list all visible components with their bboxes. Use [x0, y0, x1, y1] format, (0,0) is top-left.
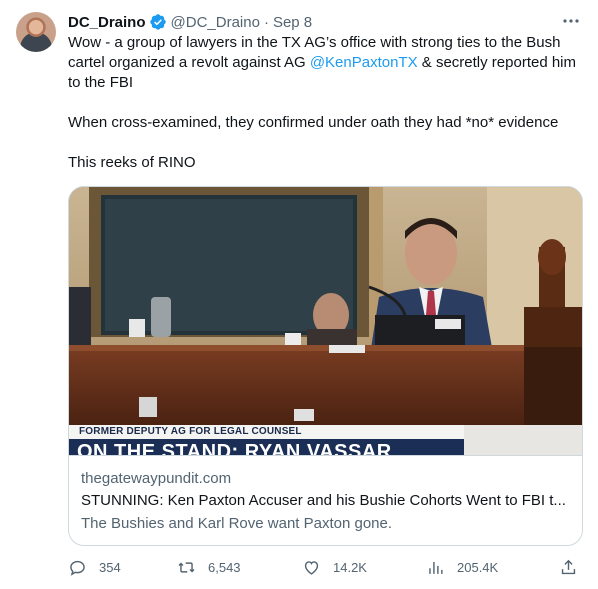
tweet-text: Wow - a group of lawyers in the TX AG’s … [68, 33, 588, 173]
more-icon[interactable] [562, 14, 580, 28]
tweet-paragraph-3: This reeks of RINO [68, 154, 196, 171]
like-button[interactable]: 14.2K [302, 556, 367, 578]
like-icon [304, 560, 319, 575]
lower-third-banner: FORMER DEPUTY AG FOR LEGAL COUNSEL ON TH… [69, 425, 582, 455]
reply-count: 354 [99, 559, 121, 575]
tweet-paragraph-1: Wow - a group of lawyers in the TX AG’s … [68, 33, 588, 93]
like-count: 14.2K [333, 559, 367, 575]
avatar[interactable] [16, 12, 56, 52]
card-meta[interactable]: thegatewaypundit.com STUNNING: Ken Paxto… [69, 455, 582, 545]
courtroom-image [69, 187, 582, 455]
tweet-header: DC_Draino @DC_Draino · Sep 8 [68, 12, 312, 32]
views-button[interactable]: 205.4K [426, 556, 498, 578]
share-icon [561, 559, 576, 574]
card-description: The Bushies and Karl Rove want Paxton go… [81, 515, 393, 532]
tweet-date[interactable]: Sep 8 [273, 14, 312, 31]
mention-link[interactable]: @KenPaxtonTX [310, 54, 418, 71]
handle[interactable]: @DC_Draino [171, 14, 260, 31]
lower-third-right [464, 425, 582, 455]
card-domain: thegatewaypundit.com [81, 470, 232, 487]
tweet-paragraph-2: When cross-examined, they confirmed unde… [68, 114, 559, 131]
tweet-actions: 354 6,543 14.2K 205.4K [68, 556, 588, 578]
separator-dot: · [263, 13, 269, 31]
lower-third-top: FORMER DEPUTY AG FOR LEGAL COUNSEL [69, 425, 464, 439]
retweet-button[interactable]: 6,543 [177, 556, 241, 578]
lower-third-bottom: ON THE STAND: RYAN VASSAR [69, 439, 464, 455]
retweet-count: 6,543 [208, 559, 241, 575]
views-icon [429, 561, 443, 574]
verified-badge-icon[interactable] [149, 13, 167, 31]
lower-third-bottom-text: ON THE STAND: RYAN VASSAR [77, 441, 392, 455]
card-title: STUNNING: Ken Paxton Accuser and his Bus… [81, 492, 566, 509]
retweet-icon [178, 561, 195, 573]
tweet[interactable]: DC_Draino @DC_Draino · Sep 8 Wow - a gro… [0, 0, 598, 589]
display-name[interactable]: DC_Draino [68, 14, 146, 31]
link-card[interactable]: FORMER DEPUTY AG FOR LEGAL COUNSEL ON TH… [68, 186, 583, 546]
reply-button[interactable]: 354 [68, 556, 121, 578]
reply-icon [70, 560, 85, 576]
views-count: 205.4K [457, 559, 499, 575]
share-button[interactable] [559, 556, 590, 578]
card-image[interactable]: FORMER DEPUTY AG FOR LEGAL COUNSEL ON TH… [69, 187, 582, 455]
